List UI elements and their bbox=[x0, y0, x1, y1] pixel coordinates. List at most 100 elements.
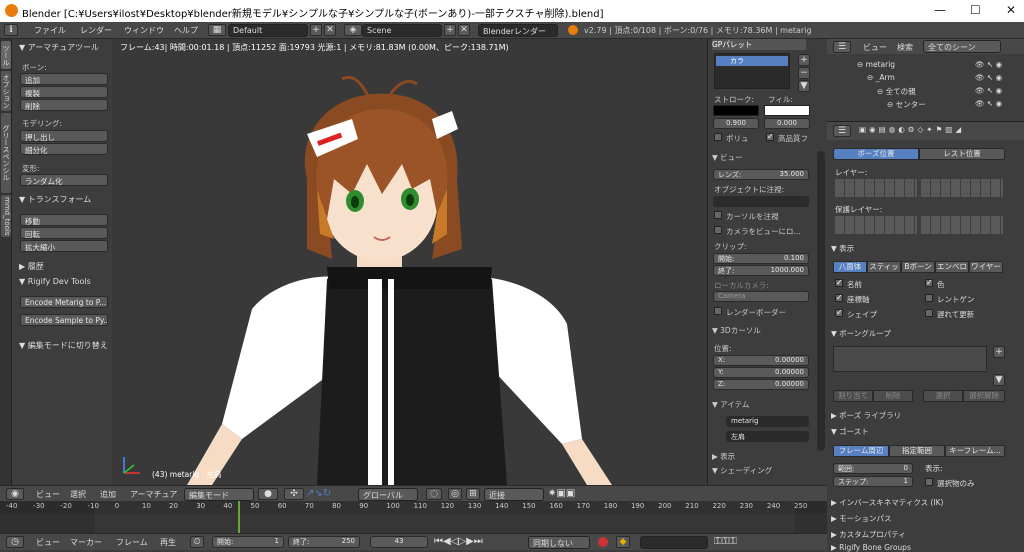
character-model[interactable] bbox=[112, 39, 707, 485]
panel-item[interactable]: ▼ アイテム bbox=[712, 399, 749, 410]
outliner-editor-icon[interactable]: ☰ bbox=[833, 41, 851, 53]
lens-field[interactable]: レンズ: 35.000 bbox=[713, 169, 809, 180]
timeline-editor-icon[interactable]: ◷ bbox=[6, 536, 24, 548]
remove-color-button[interactable]: − bbox=[798, 67, 810, 79]
protected-layers-grid-2[interactable] bbox=[921, 216, 1003, 234]
tl-menu-playback[interactable]: 再生 bbox=[160, 537, 176, 548]
pivot-icon[interactable]: ✣ bbox=[284, 488, 304, 500]
panel-display[interactable]: ▶ 表示 bbox=[712, 451, 735, 462]
axes-checkbox[interactable] bbox=[835, 293, 843, 302]
item-name-field[interactable]: metarig bbox=[726, 416, 809, 427]
sync-mode-select[interactable]: 同期しない bbox=[528, 536, 590, 549]
delete-bone-button[interactable]: 削除 bbox=[20, 99, 108, 111]
delete-scene-button[interactable]: ✕ bbox=[458, 24, 470, 36]
vp-menu-select[interactable]: 選択 bbox=[70, 489, 86, 500]
panel-display[interactable]: ▼ 表示 bbox=[831, 243, 854, 254]
names-checkbox[interactable] bbox=[835, 278, 843, 287]
fill-alpha-field[interactable]: 0.000 bbox=[764, 118, 810, 129]
display-stick[interactable]: スティッ bbox=[867, 261, 901, 273]
fill-color-swatch[interactable] bbox=[764, 105, 810, 116]
visibility-eye-icon[interactable]: 👁 ↖ ◉ bbox=[975, 99, 1002, 108]
screen-layout-field[interactable]: Default bbox=[228, 24, 308, 37]
panel-3d-cursor[interactable]: ▼ 3Dカーソル bbox=[712, 325, 761, 336]
current-frame-field[interactable]: 43 bbox=[370, 536, 428, 548]
scene-icon[interactable]: ◈ bbox=[344, 24, 362, 36]
lock-object-field[interactable] bbox=[713, 196, 809, 207]
preview-range-icon[interactable]: ⏲ bbox=[190, 536, 204, 548]
keying-set-field[interactable] bbox=[640, 536, 708, 549]
panel-view[interactable]: ▼ ビュー bbox=[712, 152, 743, 163]
panel-motion-paths[interactable]: ▶ モーションパス bbox=[831, 513, 892, 524]
rotate-button[interactable]: 回転 bbox=[20, 227, 108, 239]
tab-mmd-tools[interactable]: mmd_tools bbox=[1, 195, 11, 237]
rest-position-button[interactable]: レスト位置 bbox=[919, 148, 1005, 160]
visibility-eye-icon[interactable]: 👁 ↖ ◉ bbox=[975, 86, 1002, 95]
add-scene-button[interactable]: + bbox=[444, 24, 456, 36]
display-bbone[interactable]: Bボーン bbox=[901, 261, 935, 273]
vp-menu-add[interactable]: 追加 bbox=[100, 489, 116, 500]
panel-rigify[interactable]: ▼ Rigify Dev Tools bbox=[12, 277, 112, 289]
render-engine-select[interactable]: Blenderレンダー bbox=[478, 24, 558, 37]
panel-transform[interactable]: ▼ トランスフォーム bbox=[12, 194, 112, 206]
viewport-editor-icon[interactable]: ◉ bbox=[6, 488, 24, 500]
snap-icon[interactable]: ⊞ bbox=[466, 488, 480, 500]
cursor-x-field[interactable]: X: 0.00000 bbox=[713, 355, 809, 366]
orientation-select[interactable]: グローバル bbox=[358, 488, 418, 501]
add-bone-group-button[interactable]: + bbox=[993, 346, 1005, 358]
layers-icon[interactable]: ◌ bbox=[426, 488, 442, 500]
extrude-button[interactable]: 押し出し bbox=[20, 130, 108, 142]
ghost-step-field[interactable]: ステップ: 1 bbox=[833, 476, 913, 487]
bone-group-list[interactable] bbox=[833, 346, 987, 372]
minimize-button[interactable]: — bbox=[934, 3, 946, 17]
xray-checkbox[interactable] bbox=[925, 294, 933, 302]
display-octahedral[interactable]: 八面体 bbox=[833, 261, 867, 273]
ghost-range-field[interactable]: 範囲: 0 bbox=[833, 463, 913, 474]
record-icon[interactable] bbox=[598, 537, 608, 547]
gp-color-item[interactable]: カラ bbox=[716, 56, 788, 66]
layout-icon[interactable]: ▦ bbox=[208, 24, 226, 36]
lock-cursor-checkbox[interactable] bbox=[714, 211, 722, 219]
stroke-alpha-field[interactable]: 0.900 bbox=[713, 118, 759, 129]
keying-icon[interactable]: ◆ bbox=[616, 536, 630, 548]
menu-window[interactable]: ウィンドウ bbox=[124, 25, 164, 36]
tl-menu-marker[interactable]: マーカー bbox=[70, 537, 102, 548]
panel-armature-tools[interactable]: ▼ アーマチュアツール bbox=[12, 42, 112, 54]
protected-layers-grid[interactable] bbox=[835, 216, 917, 234]
clip-end-field[interactable]: 終了: 1000.000 bbox=[713, 265, 809, 276]
close-button[interactable]: ✕ bbox=[1006, 3, 1016, 17]
panel-history[interactable]: ▶ 履歴 bbox=[12, 261, 112, 273]
vp-menu-armature[interactable]: アーマチュア bbox=[130, 489, 177, 500]
subdivide-button[interactable]: 細分化 bbox=[20, 143, 108, 155]
current-frame-line[interactable] bbox=[238, 501, 241, 533]
editor-type-icon[interactable]: ℹ bbox=[4, 24, 18, 36]
npanel-scrollbar[interactable] bbox=[817, 151, 825, 451]
cursor-z-field[interactable]: Z: 0.00000 bbox=[713, 379, 809, 390]
clip-start-field[interactable]: 開始: 0.100 bbox=[713, 253, 809, 264]
mode-select[interactable]: 編集モード bbox=[184, 488, 254, 501]
context-tabs-icon[interactable]: ▣◉▤◍◐⚙◇✦⚑▥◢ bbox=[859, 125, 964, 134]
bone-group-menu-button[interactable]: ▼ bbox=[993, 374, 1005, 386]
shading-icon[interactable]: ● bbox=[258, 488, 278, 500]
delete-layout-button[interactable]: ✕ bbox=[324, 24, 336, 36]
vp-menu-view[interactable]: ビュー bbox=[36, 489, 60, 500]
add-layout-button[interactable]: + bbox=[310, 24, 322, 36]
duplicate-bone-button[interactable]: 複製 bbox=[20, 86, 108, 98]
gp-color-list[interactable]: カラ bbox=[714, 53, 790, 89]
outliner-menu-search[interactable]: 検索 bbox=[897, 42, 913, 53]
outliner-row-metarig[interactable]: ⊖ metarig bbox=[857, 60, 895, 69]
color-menu-button[interactable]: ▼ bbox=[798, 80, 810, 92]
end-frame-field[interactable]: 終了: 250 bbox=[288, 536, 360, 548]
display-envelope[interactable]: エンベロ bbox=[935, 261, 969, 273]
shapes-checkbox[interactable] bbox=[835, 308, 843, 317]
tab-options[interactable]: オプション bbox=[1, 71, 11, 111]
ghost-keyframes[interactable]: キーフレーム... bbox=[945, 445, 1005, 457]
delay-refresh-checkbox[interactable] bbox=[925, 309, 933, 317]
timeline[interactable]: -40 -30 -20 -10 0 10 20 30 40 50 60 70 80 90 100 110 120… bbox=[0, 501, 827, 533]
move-button[interactable]: 移動 bbox=[20, 214, 108, 226]
colors-checkbox[interactable] bbox=[925, 278, 933, 287]
render-border-checkbox[interactable] bbox=[714, 307, 722, 315]
panel-bone-groups[interactable]: ▼ ボーングループ bbox=[831, 328, 891, 339]
panel-toggle-edit-mode[interactable]: ▼ 編集モードに切り替え bbox=[12, 340, 112, 352]
outliner-row-arm[interactable]: ⊖ _Arm bbox=[867, 73, 895, 82]
panel-gp-palette[interactable]: GPパレット bbox=[712, 39, 806, 50]
